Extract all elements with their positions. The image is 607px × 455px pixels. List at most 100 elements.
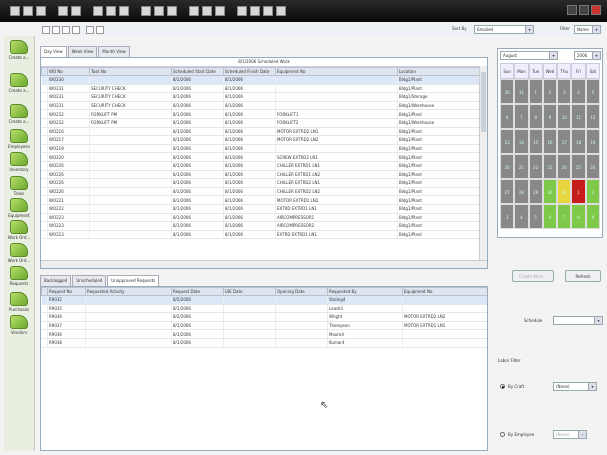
table-cell[interactable]: SECURITY CHECK xyxy=(89,84,172,94)
by-craft-radio[interactable] xyxy=(500,384,505,389)
table-cell[interactable] xyxy=(85,329,172,339)
print-icon[interactable] xyxy=(58,6,68,16)
calendar-day[interactable]: 1 xyxy=(528,79,543,104)
table-row[interactable]: WO226 8/1/2006 8/1/2006 CHILLER EXTRD2 LN2 B… xyxy=(41,187,483,197)
next-record-icon[interactable] xyxy=(62,26,70,34)
table-cell[interactable] xyxy=(85,312,172,322)
table-cell[interactable]: 8/1/2006 xyxy=(171,221,224,231)
table-cell[interactable] xyxy=(89,75,172,85)
schedule-select[interactable]: ▾ xyxy=(553,316,603,325)
table-row[interactable]: R9038 8/1/2006 Kumar4 xyxy=(41,338,487,348)
table-cell[interactable]: 8/1/2006 xyxy=(171,321,224,331)
table-cell[interactable]: 8/1/2006 xyxy=(223,109,276,119)
calendar-day[interactable]: 25 xyxy=(571,154,586,179)
table-cell[interactable]: 8/1/2006 xyxy=(223,187,276,197)
table-cell[interactable] xyxy=(275,101,398,111)
table-cell[interactable]: 8/1/2006 xyxy=(223,144,276,154)
chart-icon[interactable] xyxy=(202,6,212,16)
sidebar-item-create-1[interactable]: Create a... xyxy=(5,40,33,66)
table-cell[interactable] xyxy=(275,92,398,102)
table-cell[interactable]: 8/1/2006 xyxy=(223,75,276,85)
scrollbar-thumb[interactable] xyxy=(481,72,486,132)
paste-icon[interactable] xyxy=(119,6,129,16)
table-cell[interactable]: 8/1/2006 xyxy=(171,204,224,214)
table-cell[interactable]: Bldg1/Plant xyxy=(397,84,483,94)
tab-backlogged[interactable]: Backlogged xyxy=(40,275,72,286)
table-cell[interactable]: WO219 xyxy=(47,144,90,154)
table-cell[interactable]: WO226 xyxy=(47,161,90,171)
table-cell[interactable]: R9036 xyxy=(47,312,86,322)
table-cell[interactable]: MOTOR EXTRD2 LN2 xyxy=(275,135,398,145)
table-cell[interactable]: Bldg1/Plant xyxy=(397,178,483,188)
by-employee-select[interactable]: (None) ▾ xyxy=(553,430,587,439)
table-cell[interactable] xyxy=(85,304,172,314)
table-cell[interactable]: MOTOR EXTRD2 LN2 xyxy=(402,312,487,322)
calendar-day[interactable]: 7 xyxy=(514,104,529,129)
table-cell[interactable]: 8/1/2006 xyxy=(223,221,276,231)
column-header[interactable]: Request No xyxy=(47,287,86,296)
filter-icon[interactable] xyxy=(237,6,247,16)
table-cell[interactable] xyxy=(85,338,172,348)
table-cell[interactable]: 8/1/2006 xyxy=(171,84,224,94)
table-cell[interactable]: WO222 xyxy=(47,204,90,214)
table-cell[interactable]: Thompson xyxy=(327,321,403,331)
filter-select[interactable]: Name ▾ xyxy=(574,25,601,34)
table-cell[interactable] xyxy=(275,295,328,305)
table-cell[interactable]: 8/1/2006 xyxy=(171,329,224,339)
table-cell[interactable]: 8/1/2006 xyxy=(171,152,224,162)
table-row[interactable]: WO232 FORKLIFT PM 8/1/2006 8/1/2006 FORKLIFT… xyxy=(41,118,483,128)
table-cell[interactable]: 8/1/2006 xyxy=(223,84,276,94)
table-cell[interactable]: 8/1/2006 xyxy=(223,204,276,214)
cut-icon[interactable] xyxy=(93,6,103,16)
calendar-day[interactable]: 4 xyxy=(514,204,529,229)
column-header[interactable]: Scheduled Start Date xyxy=(171,67,224,76)
calendar-day[interactable]: 18 xyxy=(571,129,586,154)
binoculars-icon[interactable] xyxy=(250,6,260,16)
column-header[interactable]: Equipment No xyxy=(275,67,398,76)
sort-by-select[interactable]: Emailed ▾ xyxy=(474,25,534,34)
table-cell[interactable]: CHILLER EXTRD2 LN1 xyxy=(275,178,398,188)
table-row[interactable]: WO223 8/1/2006 8/1/2006 AIRCOMPRESSOR1 Bldg1… xyxy=(41,213,483,223)
table-cell[interactable]: R9032 xyxy=(47,295,86,305)
tools-icon[interactable] xyxy=(263,6,273,16)
table-cell[interactable]: Bldg1/Plant xyxy=(397,230,483,240)
new-icon[interactable] xyxy=(10,6,20,16)
table-cell[interactable]: WO223 xyxy=(47,213,90,223)
calendar-day[interactable]: 29 xyxy=(528,179,543,204)
horizontal-scrollbar[interactable] xyxy=(41,260,487,268)
table-row[interactable]: WO222 8/1/2006 8/1/2006 EXTRD EXTRD1 LN1 Bld… xyxy=(41,204,483,214)
table-row[interactable]: R9036 8/2/2006 Wright MOTOR EXTRD2 LN2 xyxy=(41,312,487,322)
grid-view-icon[interactable] xyxy=(86,26,94,34)
calendar-day[interactable]: 22 xyxy=(528,154,543,179)
table-row[interactable]: WO231 SECURITY CHECK 8/1/2006 8/1/2006 Bldg1… xyxy=(41,84,483,94)
table-cell[interactable]: 8/1/2006 xyxy=(223,101,276,111)
calendar-day[interactable]: 17 xyxy=(557,129,572,154)
previous-record-icon[interactable] xyxy=(52,26,60,34)
calendar-day[interactable]: 3 xyxy=(500,204,515,229)
table-cell[interactable] xyxy=(275,321,328,331)
table-row[interactable]: WO226 8/1/2006 8/1/2006 CHILLER EXTRD2 LN1 B… xyxy=(41,178,483,188)
calendar-day[interactable]: 21 xyxy=(514,154,529,179)
calendar-day[interactable]: 20 xyxy=(500,154,515,179)
table-row[interactable]: WO226 8/1/2006 8/1/2006 CHILLER EXTRD1 LN1 B… xyxy=(41,161,483,171)
table-cell[interactable]: 8/1/2006 xyxy=(171,178,224,188)
table-cell[interactable]: R9037 xyxy=(47,321,86,331)
table-cell[interactable]: WO223 xyxy=(47,230,90,240)
column-header[interactable]: Location xyxy=(397,67,483,76)
table-cell[interactable] xyxy=(89,221,172,231)
tab-month-view[interactable]: Month View xyxy=(98,46,130,57)
tab-day-view[interactable]: Day View xyxy=(40,46,67,57)
table-cell[interactable]: R9038 xyxy=(47,338,86,348)
calendar-day[interactable]: 5 xyxy=(528,204,543,229)
table-cell[interactable]: 8/1/2006 xyxy=(171,75,224,85)
table-cell[interactable]: SECURITY CHECK xyxy=(89,101,172,111)
calendar-day[interactable]: 5 xyxy=(585,79,600,104)
table-cell[interactable]: 8/1/2006 xyxy=(171,118,224,128)
tab-unapproved-requests[interactable]: Unapproved Requests xyxy=(107,275,160,286)
table-cell[interactable]: AIRCOMPRESSOR2 xyxy=(275,221,398,231)
calendar-day[interactable]: 2 xyxy=(542,79,558,104)
calendar-day[interactable]: 15 xyxy=(528,129,543,154)
table-cell[interactable]: 8/1/2006 xyxy=(223,178,276,188)
by-employee-radio[interactable] xyxy=(500,432,505,437)
table-cell[interactable] xyxy=(89,178,172,188)
